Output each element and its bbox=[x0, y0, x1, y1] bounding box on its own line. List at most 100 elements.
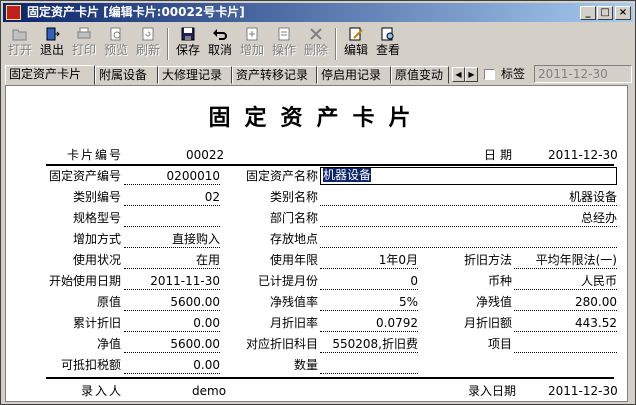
start-date-field[interactable]: 2011-11-30 bbox=[124, 273, 220, 290]
save-label: 保存 bbox=[175, 43, 200, 57]
dep-subject-field[interactable]: 550208,折旧费 bbox=[320, 336, 418, 353]
refresh-button[interactable]: 刷新 bbox=[133, 26, 163, 62]
edit-button[interactable]: 编辑 bbox=[341, 26, 371, 62]
tab-original-value-changes[interactable]: 原值变动 bbox=[391, 66, 449, 84]
orig-value-field[interactable]: 5600.00 bbox=[124, 294, 220, 311]
maximize-button[interactable]: □ bbox=[597, 6, 613, 20]
save-button[interactable]: 保存 bbox=[173, 26, 203, 62]
window-title: 固定资产卡片 [编辑卡片:00022号卡片] bbox=[27, 5, 245, 19]
asset-card-panel: 固定资产卡片 卡片编号 00022 日期 2011-12-30 固定资产编号 0… bbox=[5, 85, 628, 402]
cancel-button[interactable]: 取消 bbox=[205, 26, 235, 62]
spec-field[interactable] bbox=[124, 210, 220, 227]
month-rate-field[interactable]: 0.0792 bbox=[320, 315, 418, 332]
dep-subject-label: 对应折旧科目 bbox=[245, 337, 318, 351]
category-no-label: 类别编号 bbox=[72, 190, 121, 204]
card-heading: 固定资产卡片 bbox=[208, 105, 425, 131]
top-date-field: 2011-12-30 bbox=[534, 65, 632, 83]
delete-button[interactable]: 删除 bbox=[301, 26, 331, 62]
entry-person-value: demo bbox=[192, 384, 227, 398]
close-button[interactable]: × bbox=[615, 6, 631, 20]
header-divider bbox=[46, 164, 614, 166]
folder-open-icon bbox=[12, 29, 27, 41]
printer-icon bbox=[77, 27, 91, 39]
asset-name-selected-text: 机器设备 bbox=[323, 168, 372, 182]
orig-value-label: 原值 bbox=[96, 295, 121, 309]
add-method-field[interactable]: 直接购入 bbox=[124, 231, 220, 248]
toolbar: 打开 退出 打印 预览 刷新 保存 取消 增加 操作 删除 编辑 查看 bbox=[3, 24, 633, 64]
months-label: 已计提月份 bbox=[257, 274, 318, 288]
view-button[interactable]: 查看 bbox=[373, 26, 403, 62]
footer-divider bbox=[46, 377, 614, 379]
salvage-label: 净残值 bbox=[475, 295, 512, 309]
asset-name-input[interactable]: 机器设备 bbox=[320, 167, 617, 185]
view-card-icon bbox=[381, 27, 394, 41]
tab-overhaul-records[interactable]: 大修理记录 bbox=[158, 66, 232, 84]
month-rate-label: 月折旧率 bbox=[269, 316, 318, 330]
tab-accessory-equipment[interactable]: 附属设备 bbox=[95, 66, 158, 84]
asset-name-label: 固定资产名称 bbox=[245, 169, 318, 183]
project-field[interactable] bbox=[514, 336, 617, 353]
open-label: 打开 bbox=[7, 43, 32, 57]
refresh-label: 刷新 bbox=[135, 43, 160, 57]
acc-dep-field[interactable]: 0.00 bbox=[124, 315, 220, 332]
print-button[interactable]: 打印 bbox=[69, 26, 99, 62]
operation-icon bbox=[278, 27, 290, 41]
acc-dep-label: 累计折旧 bbox=[72, 316, 121, 330]
tab-stop-start-records[interactable]: 停启用记录 bbox=[317, 66, 391, 84]
tab-asset-card[interactable]: 固定资产卡片 bbox=[5, 65, 95, 85]
dep-method-field[interactable]: 平均年限法(一) bbox=[514, 252, 617, 269]
tab-transfer-records[interactable]: 资产转移记录 bbox=[232, 66, 317, 84]
date-value: 2011-12-30 bbox=[548, 148, 618, 162]
app-icon bbox=[6, 5, 21, 20]
category-name-field[interactable]: 机器设备 bbox=[320, 189, 617, 206]
tab-scroll-left-button[interactable]: ◀ bbox=[452, 67, 465, 82]
operate-button[interactable]: 操作 bbox=[269, 26, 299, 62]
category-no-field[interactable]: 02 bbox=[124, 189, 220, 206]
add-method-label: 增加方式 bbox=[72, 232, 121, 246]
open-button[interactable]: 打开 bbox=[5, 26, 35, 62]
tag-checkbox-label: 标签 bbox=[501, 67, 526, 81]
edit-card-icon bbox=[349, 27, 363, 41]
salvage-field[interactable]: 280.00 bbox=[514, 294, 617, 311]
tax-field[interactable]: 0.00 bbox=[124, 357, 220, 374]
toolbar-separator bbox=[335, 28, 337, 60]
salvage-rate-field[interactable]: 5% bbox=[320, 294, 418, 311]
undo-arrow-icon bbox=[213, 29, 227, 40]
add-button[interactable]: 增加 bbox=[237, 26, 267, 62]
spec-label: 规格型号 bbox=[72, 211, 121, 225]
cancel-label: 取消 bbox=[207, 43, 232, 57]
currency-field[interactable]: 人民币 bbox=[514, 273, 617, 290]
tab-scroll-right-button[interactable]: ▶ bbox=[465, 67, 478, 82]
location-field[interactable] bbox=[320, 231, 617, 248]
asset-no-label: 固定资产编号 bbox=[48, 169, 121, 183]
minimize-button[interactable]: _ bbox=[580, 6, 596, 20]
card-no-value: 00022 bbox=[186, 148, 225, 162]
months-field[interactable]: 0 bbox=[320, 273, 418, 290]
edit-label: 编辑 bbox=[343, 43, 368, 57]
title-bar: 固定资产卡片 [编辑卡片:00022号卡片] _ □ × bbox=[3, 3, 633, 22]
asset-no-field[interactable]: 0200010 bbox=[124, 168, 220, 185]
start-date-label: 开始使用日期 bbox=[48, 274, 121, 288]
status-field[interactable]: 在用 bbox=[124, 252, 220, 269]
preview-button[interactable]: 预览 bbox=[101, 26, 131, 62]
add-label: 增加 bbox=[239, 43, 264, 57]
life-field[interactable]: 1年0月 bbox=[320, 252, 418, 269]
print-label: 打印 bbox=[71, 43, 96, 57]
month-amt-field[interactable]: 443.52 bbox=[514, 315, 617, 332]
dept-label: 部门名称 bbox=[269, 211, 318, 225]
month-amt-label: 月折旧额 bbox=[463, 316, 512, 330]
life-label: 使用年限 bbox=[269, 253, 318, 267]
net-value-field[interactable]: 5600.00 bbox=[124, 336, 220, 353]
qty-label: 数量 bbox=[293, 358, 318, 372]
date-label: 日期 bbox=[483, 148, 516, 162]
location-label: 存放地点 bbox=[269, 232, 318, 246]
preview-label: 预览 bbox=[103, 43, 128, 57]
category-name-label: 类别名称 bbox=[269, 190, 318, 204]
exit-button[interactable]: 退出 bbox=[37, 26, 67, 62]
dept-field[interactable]: 总经办 bbox=[320, 210, 617, 227]
print-preview-icon bbox=[110, 27, 121, 41]
qty-field[interactable] bbox=[320, 357, 418, 374]
net-value-label: 净值 bbox=[96, 337, 121, 351]
refresh-icon bbox=[142, 27, 154, 41]
tag-checkbox[interactable] bbox=[484, 69, 495, 80]
